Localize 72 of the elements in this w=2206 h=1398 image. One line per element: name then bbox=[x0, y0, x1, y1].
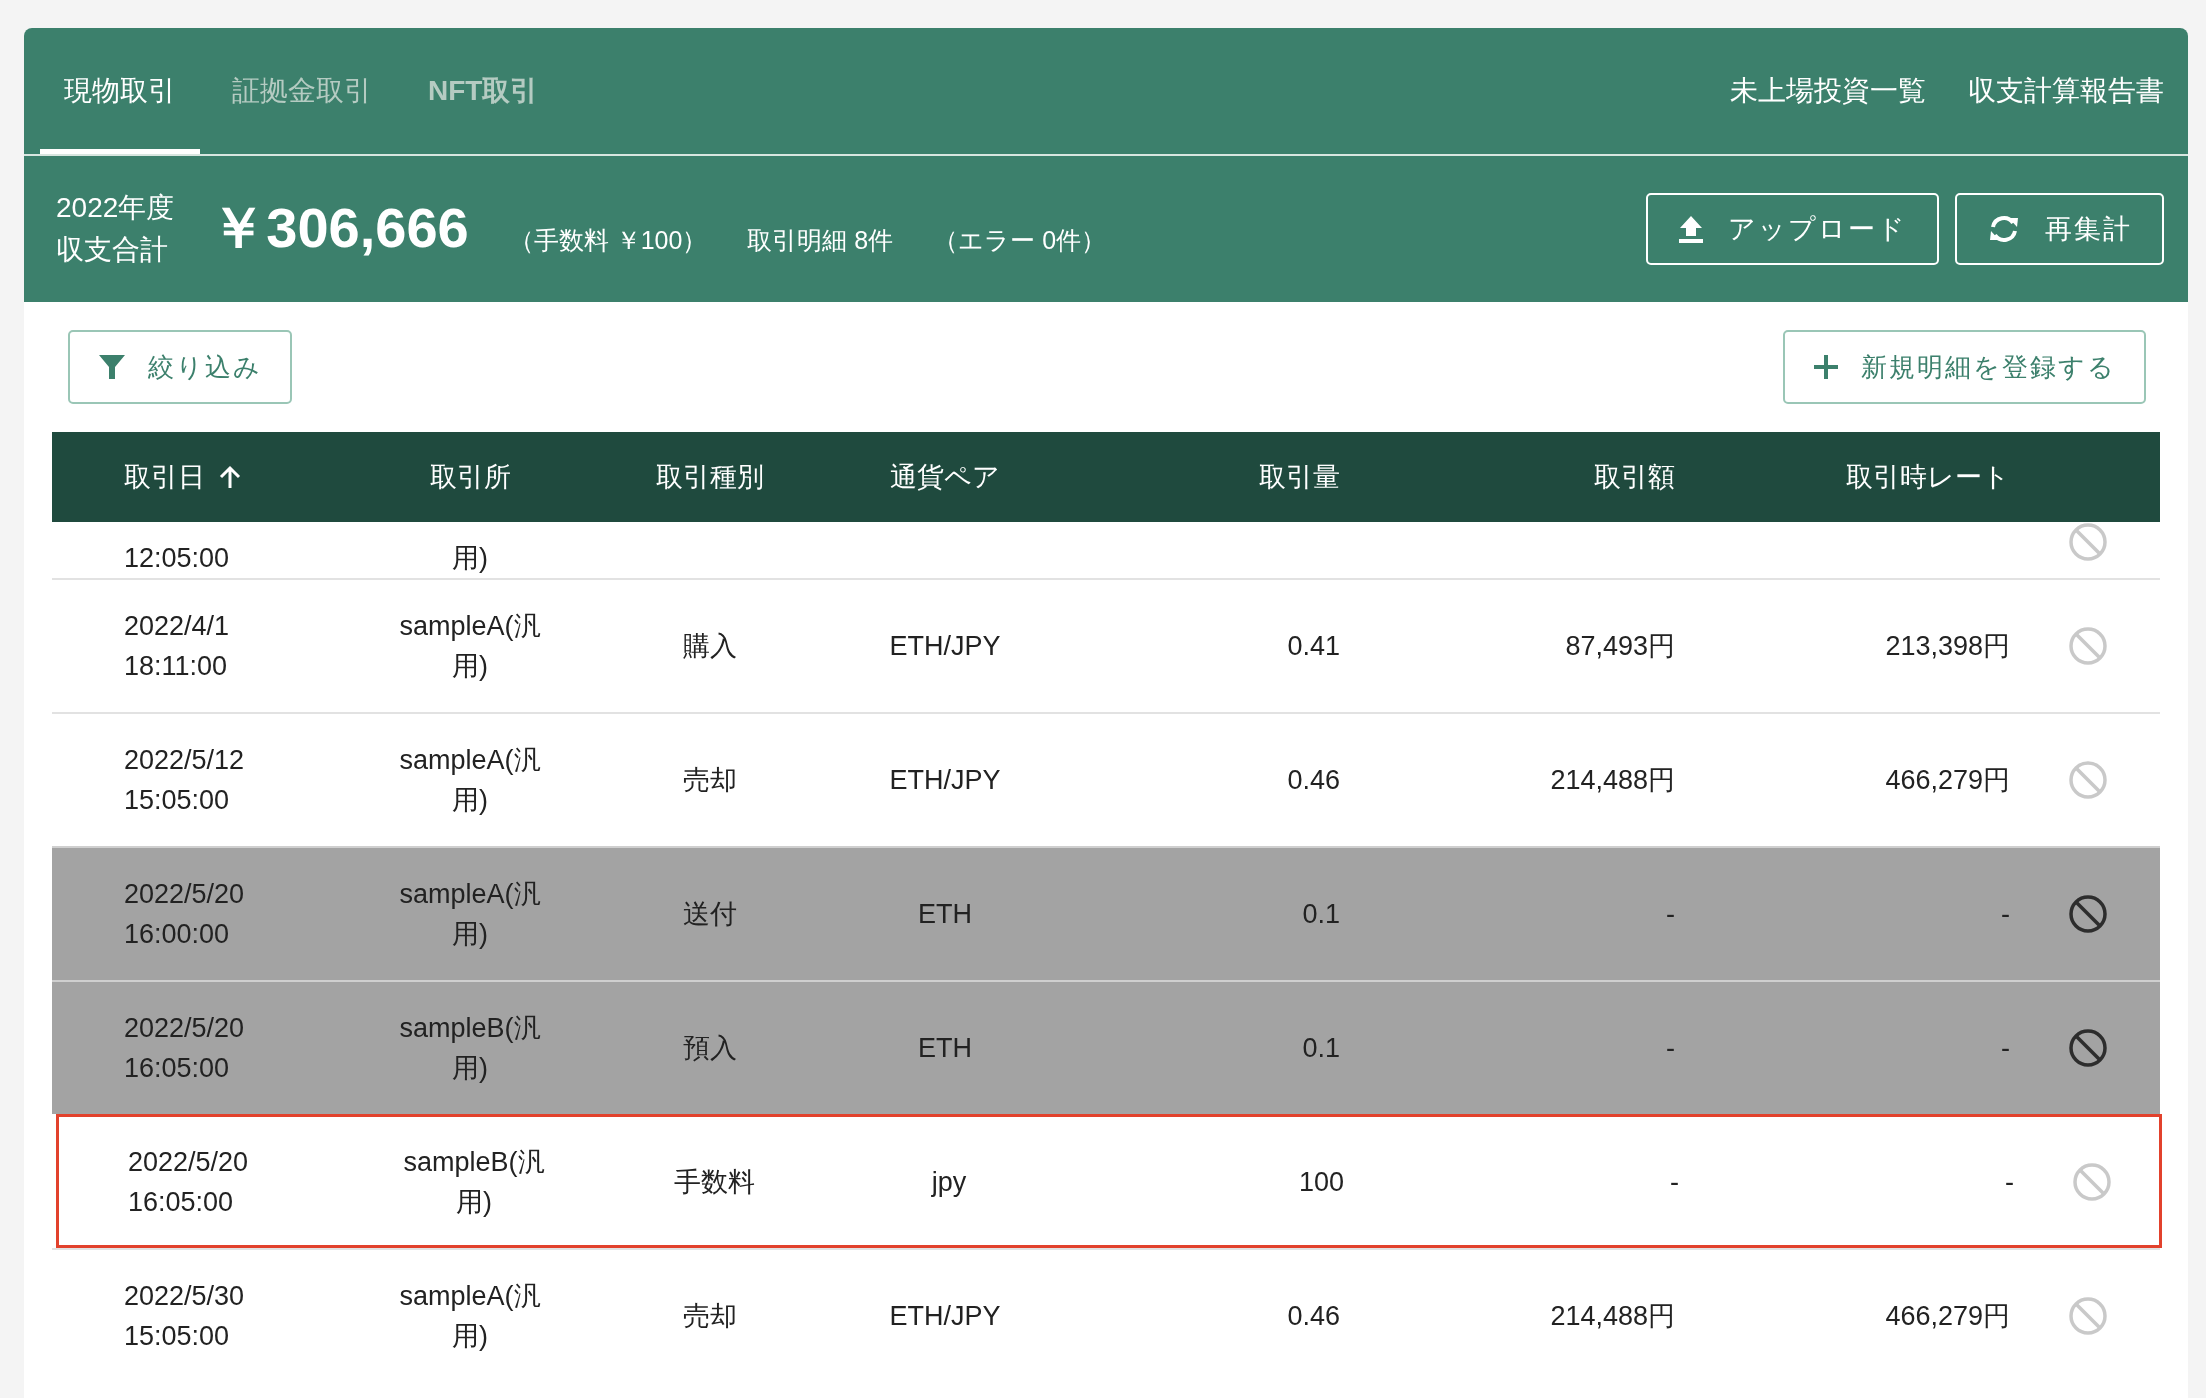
value-cell: - bbox=[1670, 1166, 1679, 1198]
amount-cell: 0.46 bbox=[1287, 1300, 1340, 1332]
date-cell-text: 2022/5/30 15:05:00 bbox=[123, 1280, 245, 1353]
type-cell-text: 手数料 bbox=[673, 1166, 755, 1199]
rate-cell-text: 466,279円 bbox=[1885, 1300, 2010, 1333]
value-cell: - bbox=[1666, 1032, 1675, 1064]
amount-cell: 0.1 bbox=[1302, 898, 1340, 930]
column-header[interactable]: 取引時レート bbox=[1846, 459, 2010, 495]
column-header[interactable]: 通貨ペア bbox=[890, 459, 1000, 495]
column-header[interactable]: 取引所 bbox=[429, 459, 511, 495]
plus-icon bbox=[1813, 354, 1839, 380]
add-entry-button[interactable]: 新規明細を登録する bbox=[1783, 330, 2146, 404]
record-count: 取引明細 8件 bbox=[747, 224, 894, 256]
amount-cell: 0.46 bbox=[1287, 764, 1340, 796]
column-header[interactable]: 取引額 bbox=[1594, 459, 1675, 495]
rate-cell: - bbox=[2001, 898, 2010, 930]
pair-cell: ETH bbox=[918, 898, 972, 930]
amount-cell: 100 bbox=[1298, 1166, 1344, 1198]
rate-cell: - bbox=[2005, 1166, 2014, 1198]
refresh-icon bbox=[1987, 214, 2021, 244]
fee-text: （手数料 ￥100） bbox=[508, 224, 708, 256]
error-count: （エラー 0件） bbox=[933, 224, 1107, 256]
filter-icon bbox=[98, 353, 126, 381]
exchange-cell-text: sampleA(汎用) bbox=[398, 744, 542, 817]
column-header[interactable]: 取引種別 bbox=[656, 459, 764, 495]
header-link[interactable]: 収支計算報告書 bbox=[1968, 72, 2164, 110]
value-cell-text: 214,488円 bbox=[1550, 1300, 1675, 1333]
rate-cell: - bbox=[2001, 1032, 2010, 1064]
pair-cell: ETH bbox=[918, 1032, 972, 1064]
amount-cell: 0.1 bbox=[1302, 1032, 1340, 1064]
value-cell-text: 87,493円 bbox=[1565, 630, 1675, 663]
recalculate-button[interactable]: 再集計 bbox=[1955, 193, 2164, 265]
pair-cell: ETH/JPY bbox=[889, 764, 1001, 796]
rate-cell-text: 213,398円 bbox=[1885, 630, 2010, 663]
exchange-cell-text: sampleB(汎用) bbox=[402, 1146, 546, 1219]
fiscal-year: 2022年度 bbox=[56, 191, 175, 225]
type-cell-text: 売却 bbox=[683, 764, 737, 797]
value-cell: - bbox=[1666, 898, 1675, 930]
exchange-cell-text: sampleA(汎用) bbox=[398, 878, 542, 951]
type-cell-text: 送付 bbox=[683, 898, 737, 931]
rate-cell-text: 466,279円 bbox=[1885, 764, 2010, 797]
sort-arrow-icon[interactable] bbox=[219, 465, 241, 489]
exchange-cell-text: sampleA(汎用) bbox=[398, 1280, 542, 1353]
summary-label: 収支合計 bbox=[56, 233, 169, 267]
date-cell-text: 2022/5/20 16:00:00 bbox=[123, 878, 245, 951]
exchange-cell-text: sampleA(汎用) bbox=[398, 610, 542, 683]
column-header[interactable]: 取引日 bbox=[124, 459, 241, 495]
exchange-cell-text: sampleB(汎用) bbox=[398, 1012, 542, 1085]
upload-button[interactable]: アップロード bbox=[1646, 193, 1939, 265]
exchange-cell-text: 用) bbox=[452, 542, 488, 575]
filter-button[interactable]: 絞り込み bbox=[68, 330, 292, 404]
total-amount: ￥306,666 bbox=[210, 195, 469, 261]
amount-cell: 0.41 bbox=[1287, 630, 1340, 662]
block-icon[interactable] bbox=[2068, 894, 2108, 934]
pair-cell: ETH/JPY bbox=[889, 630, 1001, 662]
type-cell-text: 購入 bbox=[683, 630, 737, 663]
pair-cell: ETH/JPY bbox=[889, 1300, 1001, 1332]
date-cell-text: 12:05:00 bbox=[123, 542, 230, 575]
type-cell-text: 預入 bbox=[683, 1032, 737, 1065]
date-cell-text: 2022/5/12 15:05:00 bbox=[123, 744, 245, 817]
header-link[interactable]: 未上場投資一覧 bbox=[1730, 72, 1926, 110]
column-header[interactable]: 取引量 bbox=[1259, 459, 1340, 495]
type-cell-text: 売却 bbox=[683, 1300, 737, 1333]
date-cell-text: 2022/5/20 16:05:00 bbox=[123, 1012, 245, 1085]
value-cell-text: 214,488円 bbox=[1550, 764, 1675, 797]
tab[interactable]: NFT取引 bbox=[404, 33, 563, 154]
pair-cell: jpy bbox=[931, 1166, 967, 1198]
date-cell-text: 2022/4/1 18:11:00 bbox=[123, 610, 230, 683]
date-cell-text: 2022/5/20 16:05:00 bbox=[127, 1146, 249, 1219]
upload-icon bbox=[1678, 214, 1704, 244]
tab[interactable]: 証拠金取引 bbox=[208, 33, 396, 154]
block-icon[interactable] bbox=[2068, 1028, 2108, 1068]
